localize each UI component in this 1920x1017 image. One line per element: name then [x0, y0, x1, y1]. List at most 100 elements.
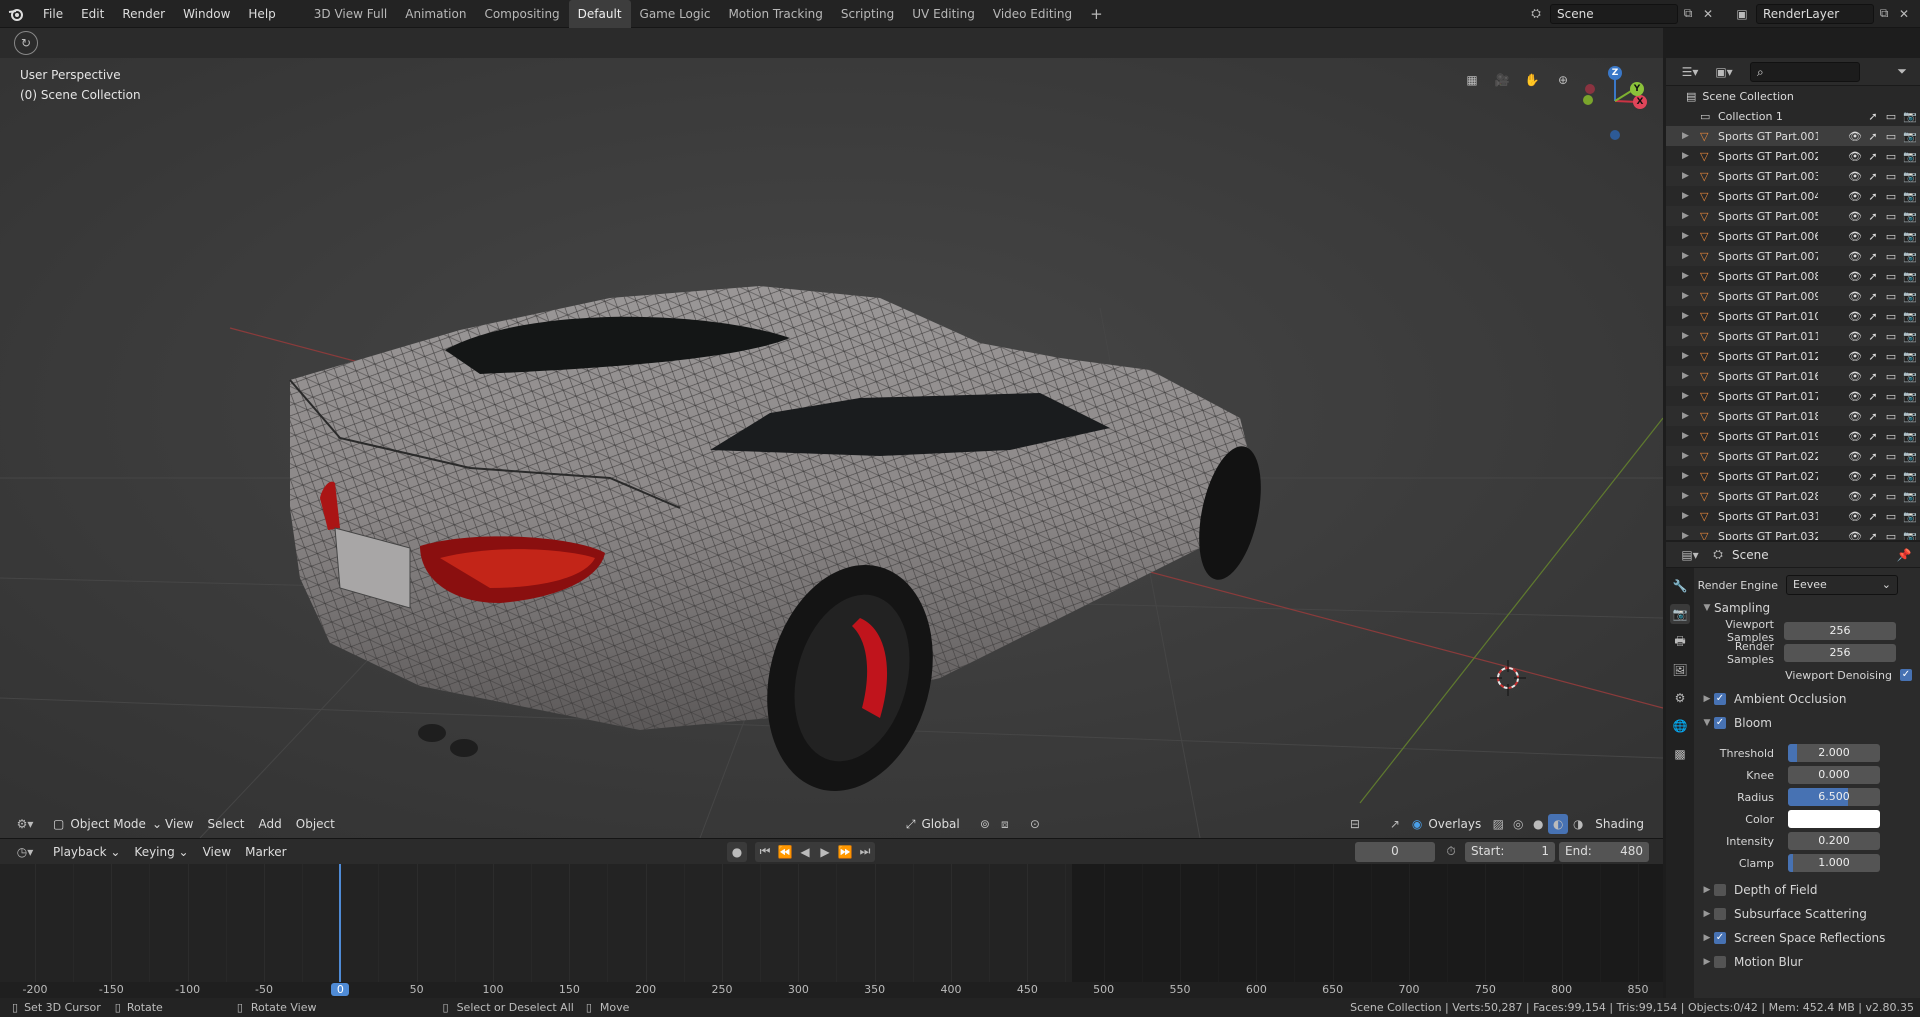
radius-slider[interactable]: 6.500: [1788, 788, 1880, 806]
visibility-eye-icon[interactable]: 👁: [1846, 370, 1864, 383]
render-camera-icon[interactable]: 📷: [1900, 250, 1920, 263]
workspace-tab-3d-view-full[interactable]: 3D View Full: [305, 0, 397, 28]
selectable-arrow-icon[interactable]: ➚: [1864, 230, 1882, 243]
bloom-color-swatch[interactable]: [1788, 810, 1880, 828]
selectable-arrow-icon[interactable]: ➚: [1864, 190, 1882, 203]
record-icon[interactable]: ●: [727, 841, 747, 862]
render-layer-selector[interactable]: RenderLayer: [1756, 3, 1874, 24]
selectable-arrow-icon[interactable]: ➚: [1864, 410, 1882, 423]
selectable-arrow-icon[interactable]: ➚: [1864, 290, 1882, 303]
start-frame-field[interactable]: Start: 1: [1465, 841, 1555, 862]
knee-slider[interactable]: 0.000: [1788, 766, 1880, 784]
snap-icon[interactable]: ⧈: [995, 814, 1015, 834]
orientation-dropdown[interactable]: ⤢ Global: [899, 813, 975, 835]
visibility-eye-icon[interactable]: 👁: [1846, 410, 1864, 423]
render-camera-icon[interactable]: 📷: [1900, 110, 1920, 123]
selectable-arrow-icon[interactable]: ➚: [1864, 210, 1882, 223]
visibility-eye-icon[interactable]: 👁: [1846, 330, 1864, 343]
visibility-eye-icon[interactable]: 👁: [1846, 210, 1864, 223]
menu-file[interactable]: File: [34, 0, 72, 28]
transform-cursor-icon[interactable]: ↻: [14, 31, 38, 55]
filter-icon[interactable]: ⏷: [1892, 62, 1912, 82]
ambient-occlusion-checkbox[interactable]: ✓: [1714, 693, 1726, 705]
viewport-display-icon[interactable]: ▭: [1882, 250, 1900, 263]
timeline-menu-playback[interactable]: Playback ⌄: [46, 841, 127, 863]
current-frame-field[interactable]: 0: [1355, 841, 1435, 862]
scene-tab-icon[interactable]: ⚙: [1670, 688, 1690, 708]
viewport-display-icon[interactable]: ▭: [1882, 170, 1900, 183]
render-tab-icon[interactable]: 📷: [1670, 604, 1690, 624]
render-camera-icon[interactable]: 📷: [1900, 170, 1920, 183]
3d-viewport[interactable]: User Perspective (0) Scene Collection ▦ …: [0, 58, 1663, 838]
visibility-eye-icon[interactable]: 👁: [1846, 530, 1864, 541]
selectable-arrow-icon[interactable]: ➚: [1864, 530, 1882, 541]
new-scene-icon[interactable]: ⧉: [1678, 4, 1698, 24]
outliner-object-row[interactable]: ▶ ▽ Sports GT Part.001 👁 ➚ ▭ 📷: [1666, 126, 1920, 146]
clamp-slider[interactable]: 1.000: [1788, 854, 1880, 872]
expand-arrow-icon[interactable]: ▶: [1682, 211, 1700, 221]
selectable-arrow-icon[interactable]: ➚: [1864, 110, 1882, 123]
selectable-arrow-icon[interactable]: ➚: [1864, 490, 1882, 503]
outliner-object-row[interactable]: ▶ ▽ Sports GT Part.002 👁 ➚ ▭ 📷: [1666, 146, 1920, 166]
expand-arrow-icon[interactable]: ▶: [1682, 451, 1700, 461]
outliner-object-row[interactable]: ▶ ▽ Sports GT Part.003 👁 ➚ ▭ 📷: [1666, 166, 1920, 186]
outliner-root[interactable]: ▤ Scene Collection: [1666, 86, 1920, 106]
outliner-object-row[interactable]: ▶ ▽ Sports GT Part.016 👁 ➚ ▭ 📷: [1666, 366, 1920, 386]
expand-arrow-icon[interactable]: ▶: [1682, 251, 1700, 261]
editor-type-icon[interactable]: ⚙▾: [10, 814, 40, 834]
motion-blur-header[interactable]: ▶✓ Motion Blur: [1694, 952, 1920, 972]
render-camera-icon[interactable]: 📷: [1900, 430, 1920, 443]
grid-view-icon[interactable]: ▦: [1462, 70, 1482, 90]
outliner-editor-icon[interactable]: ☰▾: [1676, 62, 1704, 82]
outliner-object-row[interactable]: ▶ ▽ Sports GT Part.032 👁 ➚ ▭ 📷: [1666, 526, 1920, 540]
selectable-arrow-icon[interactable]: ➚: [1864, 470, 1882, 483]
render-camera-icon[interactable]: 📷: [1900, 490, 1920, 503]
expand-arrow-icon[interactable]: ▶: [1682, 511, 1700, 521]
outliner-collection-row[interactable]: ▭ Collection 1 ➚ ▭ 📷: [1666, 106, 1920, 126]
outliner-object-row[interactable]: ▶ ▽ Sports GT Part.006 👁 ➚ ▭ 📷: [1666, 226, 1920, 246]
jump-start-icon[interactable]: ⏮: [755, 842, 775, 862]
blender-logo-icon[interactable]: [6, 4, 26, 24]
expand-arrow-icon[interactable]: ▶: [1682, 531, 1700, 540]
outliner-object-row[interactable]: ▶ ▽ Sports GT Part.019 👁 ➚ ▭ 📷: [1666, 426, 1920, 446]
workspace-tab-motion-tracking[interactable]: Motion Tracking: [719, 0, 831, 28]
expand-arrow-icon[interactable]: ▶: [1682, 391, 1700, 401]
render-camera-icon[interactable]: 📷: [1900, 530, 1920, 541]
render-camera-icon[interactable]: 📷: [1900, 330, 1920, 343]
viewport-menu-add[interactable]: Add: [252, 813, 289, 835]
shading-dropdown[interactable]: Shading: [1588, 813, 1651, 835]
visibility-eye-icon[interactable]: 👁: [1846, 430, 1864, 443]
render-samples-field[interactable]: 256: [1784, 644, 1896, 662]
render-camera-icon[interactable]: 📷: [1900, 390, 1920, 403]
selectable-arrow-icon[interactable]: ➚: [1864, 130, 1882, 143]
viewport-display-icon[interactable]: ▭: [1882, 410, 1900, 423]
workspace-tab-video-editing[interactable]: Video Editing: [984, 0, 1081, 28]
outliner-object-row[interactable]: ▶ ▽ Sports GT Part.027 👁 ➚ ▭ 📷: [1666, 466, 1920, 486]
delete-layer-icon[interactable]: ✕: [1894, 4, 1914, 24]
selectable-arrow-icon[interactable]: ➚: [1864, 310, 1882, 323]
subsurface-scattering-checkbox[interactable]: ✓: [1714, 908, 1726, 920]
motion-blur-checkbox[interactable]: ✓: [1714, 956, 1726, 968]
expand-arrow-icon[interactable]: ▶: [1682, 351, 1700, 361]
render-layer-icon[interactable]: ▣: [1732, 4, 1752, 24]
menu-edit[interactable]: Edit: [72, 0, 113, 28]
pan-hand-icon[interactable]: ✋: [1522, 70, 1542, 90]
material-shading-icon[interactable]: ◐: [1548, 814, 1569, 834]
bloom-header[interactable]: ▼ ✓ Bloom: [1694, 713, 1920, 733]
selectable-arrow-icon[interactable]: ➚: [1864, 430, 1882, 443]
selectable-arrow-icon[interactable]: ➚: [1864, 250, 1882, 263]
viewport-display-icon[interactable]: ▭: [1882, 210, 1900, 223]
render-camera-icon[interactable]: 📷: [1900, 350, 1920, 363]
render-engine-dropdown[interactable]: Eevee ⌄: [1786, 575, 1898, 595]
jump-keyframe-back-icon[interactable]: ⏪: [775, 842, 795, 862]
bloom-checkbox[interactable]: ✓: [1714, 717, 1726, 729]
viewport-menu-view[interactable]: View: [158, 813, 200, 835]
depth-of-field-checkbox[interactable]: ✓: [1714, 884, 1726, 896]
workspace-tab-animation[interactable]: Animation: [396, 0, 475, 28]
tool-tab-icon[interactable]: 🔧: [1670, 576, 1690, 596]
selectable-arrow-icon[interactable]: ➚: [1864, 350, 1882, 363]
menu-help[interactable]: Help: [239, 0, 284, 28]
viewport-display-icon[interactable]: ▭: [1882, 270, 1900, 283]
selectable-arrow-icon[interactable]: ➚: [1864, 330, 1882, 343]
render-camera-icon[interactable]: 📷: [1900, 190, 1920, 203]
